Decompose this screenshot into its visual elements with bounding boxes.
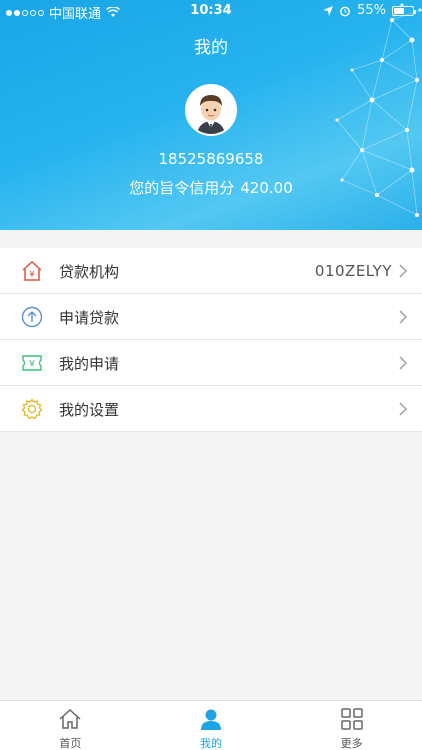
menu-item-my-settings[interactable]: 我的设置 xyxy=(0,386,422,432)
battery-percent: 55% xyxy=(357,3,386,18)
credit-label: 您的旨令信用分 xyxy=(129,179,235,197)
tab-label: 首页 xyxy=(59,737,82,750)
menu-item-label: 贷款机构 xyxy=(59,263,120,281)
tab-label: 我的 xyxy=(200,737,222,750)
svg-text:¥: ¥ xyxy=(29,360,35,370)
house-yen-icon: ¥ xyxy=(22,260,42,281)
menu-item-label: 申请贷款 xyxy=(59,309,120,327)
menu-item-apply-loan[interactable]: 申请贷款 xyxy=(0,294,422,340)
tab-bar: 首页 我的 更多 xyxy=(0,700,422,750)
avatar[interactable] xyxy=(185,84,237,136)
avatar-image xyxy=(197,95,225,134)
tab-label: 更多 xyxy=(340,737,363,750)
chevron-right-icon xyxy=(399,356,408,370)
svg-text:¥: ¥ xyxy=(29,270,35,280)
location-arrow-icon xyxy=(323,5,334,16)
tab-home[interactable]: 首页 xyxy=(0,701,141,750)
alarm-icon xyxy=(340,6,350,16)
arrow-up-circle-icon xyxy=(21,306,43,328)
chevron-right-icon xyxy=(399,264,408,278)
status-bar: 中国联通 10:34 55% xyxy=(0,0,422,22)
phone-number: 18525869658 xyxy=(158,150,264,168)
menu-item-my-applications[interactable]: ¥ 我的申请 xyxy=(0,340,422,386)
yen-ticket-icon: ¥ xyxy=(22,355,42,371)
menu-item-label: 我的申请 xyxy=(59,355,120,373)
grid-icon xyxy=(340,708,363,730)
user-icon xyxy=(201,709,221,730)
credit-score: 420.00 xyxy=(240,179,293,197)
menu-item-value: 010ZELYY xyxy=(314,262,392,280)
battery-icon xyxy=(392,5,416,16)
chevron-right-icon xyxy=(399,402,408,416)
page-title: 我的 xyxy=(194,38,228,58)
profile-header: 中国联通 10:34 55% 我的 18525869658 您的旨令信用分 42… xyxy=(0,0,422,230)
menu-item-loan-institution[interactable]: ¥ 贷款机构 010ZELYY xyxy=(0,248,422,294)
chevron-right-icon xyxy=(399,310,408,324)
menu-item-label: 我的设置 xyxy=(59,401,120,419)
menu-list: ¥ 贷款机构 010ZELYY 申请贷款 ¥ 我的申请 我的设置 xyxy=(0,248,422,432)
home-icon xyxy=(59,708,81,729)
tab-mine[interactable]: 我的 xyxy=(141,701,282,750)
credit-score-line: 您的旨令信用分 420.00 xyxy=(0,177,422,198)
gear-icon xyxy=(21,398,43,420)
tab-more[interactable]: 更多 xyxy=(281,701,422,750)
